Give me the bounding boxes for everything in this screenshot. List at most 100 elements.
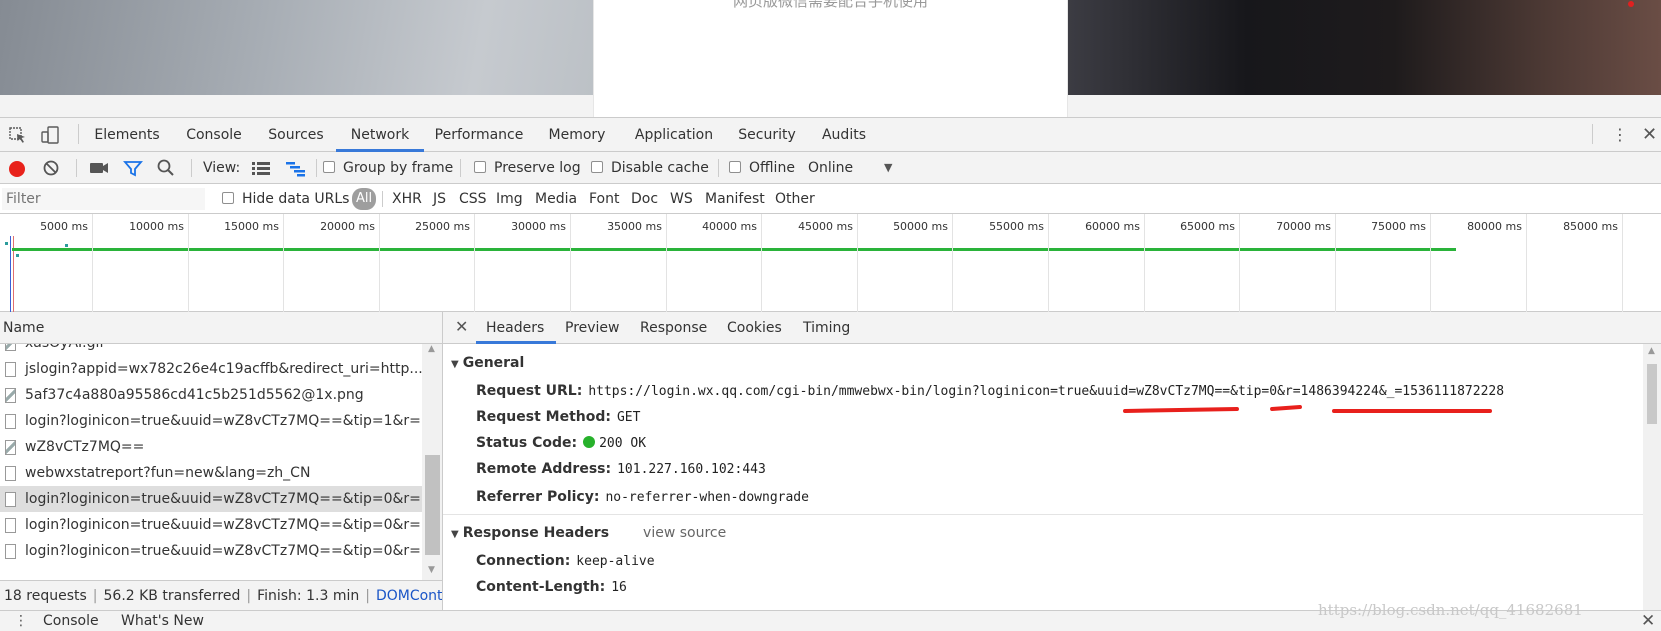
scroll-up-arrow-icon[interactable]: ▲ [1648, 346, 1655, 356]
timeline-tick-label: 70000 ms [1276, 220, 1331, 233]
disable-cache-checkbox[interactable]: Disable cache [591, 152, 709, 184]
tab-cookies[interactable]: Cookies [727, 312, 782, 344]
filter-type-ws[interactable]: WS [670, 184, 693, 214]
scroll-down-arrow-icon[interactable]: ▼ [428, 565, 435, 575]
column-header-name[interactable]: Name [0, 312, 442, 344]
timeline-gridline [570, 214, 571, 312]
timeline-gridline [1048, 214, 1049, 312]
tab-security[interactable]: Security [733, 118, 801, 152]
request-list-scrollbar[interactable]: ▲ ▼ [422, 344, 442, 580]
filter-type-font[interactable]: Font [589, 184, 619, 214]
large-rows-icon[interactable] [251, 152, 271, 184]
more-options-icon[interactable]: ⋮ [1612, 127, 1628, 143]
tab-audits[interactable]: Audits [812, 118, 876, 152]
drawer-tab-whats-new[interactable]: What's New [121, 613, 204, 629]
offline-label: Offline [749, 160, 795, 176]
image-file-icon [5, 344, 16, 351]
checkbox-box[interactable] [222, 192, 234, 204]
checkbox-box[interactable] [729, 161, 741, 173]
filter-type-manifest[interactable]: Manifest [705, 184, 765, 214]
filter-type-other[interactable]: Other [775, 184, 815, 214]
request-row[interactable]: login?loginicon=true&uuid=wZ8vCTz7MQ==&t… [0, 538, 422, 564]
filter-type-doc[interactable]: Doc [631, 184, 658, 214]
response-headers-section-toggle[interactable]: ▼ Response Headers view source [451, 525, 726, 541]
filter-type-img[interactable]: Img [496, 184, 523, 214]
checkbox-box[interactable] [474, 161, 486, 173]
toolbar-divider [718, 159, 719, 177]
chevron-down-icon: ▼ [884, 161, 893, 174]
red-dot [1628, 1, 1634, 7]
close-detail-icon[interactable]: ✕ [455, 317, 468, 336]
tab-sources[interactable]: Sources [260, 118, 332, 152]
close-devtools-icon[interactable]: ✕ [1642, 124, 1657, 145]
red-annotation-underline [1122, 406, 1240, 414]
request-row[interactable]: xasOyAI.gif [0, 344, 422, 356]
tab-console[interactable]: Console [176, 118, 252, 152]
tab-timing[interactable]: Timing [803, 312, 850, 344]
record-icon[interactable] [9, 161, 25, 177]
request-row[interactable]: login?loginicon=true&uuid=wZ8vCTz7MQ==&t… [0, 512, 422, 538]
inspect-element-icon[interactable] [8, 126, 28, 144]
request-row[interactable]: wZ8vCTz7MQ== [0, 434, 422, 460]
filter-type-all[interactable]: All [352, 188, 376, 210]
drawer-tab-console[interactable]: Console [43, 613, 99, 629]
throttling-select[interactable]: Online ▼ [808, 152, 908, 184]
filter-type-media[interactable]: Media [535, 184, 577, 214]
request-row[interactable]: jslogin?appid=wx782c26e4c19acffb&redirec… [0, 356, 422, 382]
filter-type-js[interactable]: JS [433, 184, 446, 214]
filter-input[interactable] [2, 188, 205, 210]
preserve-log-checkbox[interactable]: Preserve log [474, 152, 581, 184]
request-row[interactable]: 5af37c4a880a95586cd41c5b251d5562@1x.png [0, 382, 422, 408]
scrollbar-thumb[interactable] [425, 455, 440, 555]
screenshot-camera-icon[interactable] [88, 152, 110, 184]
connection-value: keep-alive [576, 554, 655, 569]
hide-data-urls-checkbox[interactable]: Hide data URLs [222, 184, 349, 214]
timeline-gridline [666, 214, 667, 312]
request-row[interactable]: login?loginicon=true&uuid=wZ8vCTz7MQ==&t… [0, 408, 422, 434]
network-status-bar: 18 requests | 56.2 KB transferred | Finish: … [0, 580, 443, 610]
timeline-gridline [283, 214, 284, 312]
status-ok-icon [583, 436, 596, 448]
checkbox-box[interactable] [323, 161, 335, 173]
waterfall-overview-icon[interactable] [285, 152, 307, 184]
timeline-gridline [761, 214, 762, 312]
view-label: View: [203, 160, 241, 176]
tab-preview[interactable]: Preview [565, 312, 620, 344]
filter-type-xhr[interactable]: XHR [392, 184, 422, 214]
group-by-frame-checkbox[interactable]: Group by frame [323, 152, 453, 184]
timeline-gridline [1430, 214, 1431, 312]
search-icon[interactable] [156, 152, 176, 184]
offline-checkbox[interactable]: Offline [729, 152, 795, 184]
drawer-menu-icon[interactable]: ⋮ [14, 613, 28, 629]
expand-triangle-icon: ▼ [451, 529, 459, 540]
tab-performance[interactable]: Performance [430, 118, 528, 152]
close-drawer-icon[interactable]: ✕ [1641, 611, 1655, 631]
scrollbar-thumb[interactable] [1647, 364, 1657, 424]
timeline-gridline [188, 214, 189, 312]
tab-application[interactable]: Application [626, 118, 722, 152]
request-row[interactable]: webwxstatreport?fun=new&lang=zh_CN [0, 460, 422, 486]
tab-elements[interactable]: Elements [87, 118, 167, 152]
request-name: jslogin?appid=wx782c26e4c19acffb&redirec… [25, 361, 422, 377]
tab-network[interactable]: Network [336, 118, 424, 152]
tab-response[interactable]: Response [640, 312, 707, 344]
filter-funnel-icon[interactable] [123, 152, 143, 184]
tab-memory[interactable]: Memory [540, 118, 614, 152]
filter-type-css[interactable]: CSS [459, 184, 487, 214]
view-source-link[interactable]: view source [643, 525, 726, 541]
checkbox-box[interactable] [591, 161, 603, 173]
general-section-toggle[interactable]: ▼ General [451, 355, 524, 371]
scroll-up-arrow-icon[interactable]: ▲ [428, 344, 435, 354]
document-file-icon [5, 492, 16, 507]
toolbar-divider [191, 159, 192, 177]
detail-scrollbar[interactable]: ▲ [1643, 344, 1661, 610]
tab-headers[interactable]: Headers [486, 312, 544, 344]
toolbar-divider [316, 159, 317, 177]
device-toolbar-icon[interactable] [40, 126, 60, 144]
clear-icon[interactable] [42, 152, 60, 184]
network-overview-timeline[interactable]: 5000 ms 10000 ms 15000 ms 20000 ms 25000 ms 3… [0, 214, 1661, 312]
background-image-left [0, 0, 593, 95]
hide-data-urls-label: Hide data URLs [242, 191, 350, 207]
request-row[interactable]: login?loginicon=true&uuid=wZ8vCTz7MQ==&t… [0, 486, 422, 512]
transferred-size: 56.2 KB transferred [103, 588, 241, 604]
